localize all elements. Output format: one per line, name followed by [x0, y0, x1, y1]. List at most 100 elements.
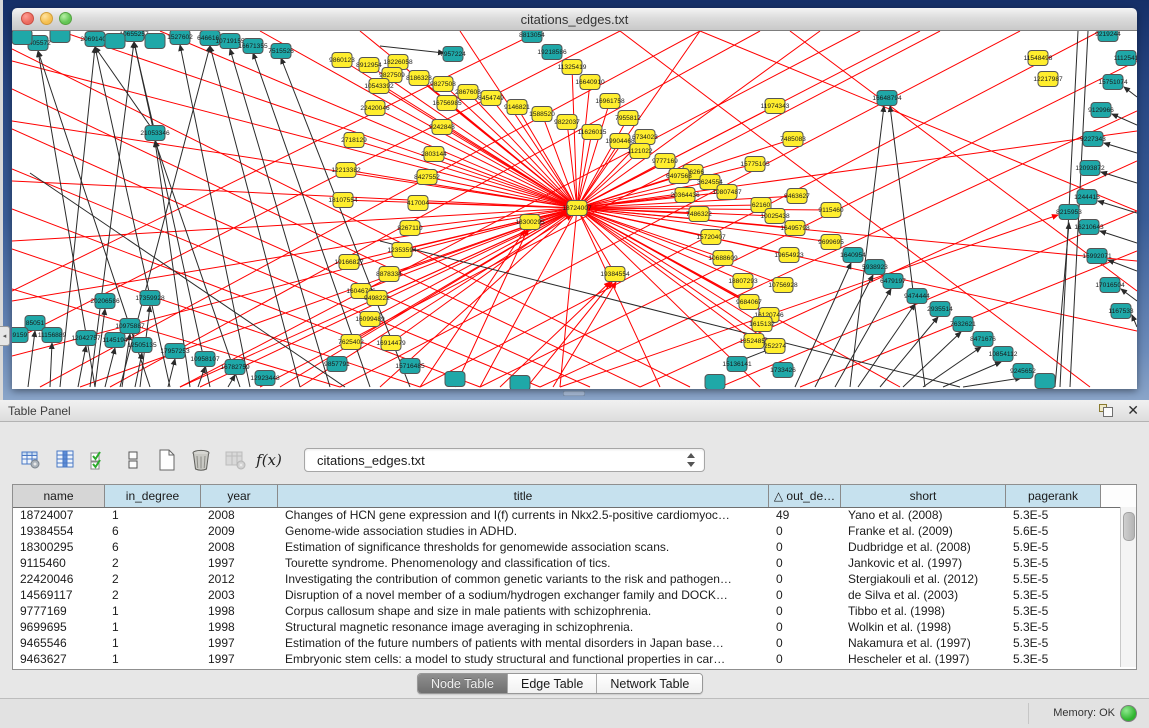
- column-header-title[interactable]: title: [278, 485, 769, 507]
- graph-node[interactable]: 12353594: [387, 243, 417, 258]
- memory-ok-indicator-icon[interactable]: [1120, 705, 1137, 722]
- table-cell[interactable]: 22420046: [13, 571, 105, 587]
- table-cell[interactable]: 5.3E-5: [1006, 619, 1101, 635]
- graph-node[interactable]: 1733426: [770, 363, 796, 378]
- graph-node[interactable]: 9129966: [1088, 103, 1114, 118]
- delete-table-icon[interactable]: [188, 447, 214, 473]
- graph-node[interactable]: 8471676: [970, 332, 996, 347]
- table-row[interactable]: 1830029562008Estimation of significance …: [13, 539, 1121, 555]
- clear-selection-icon[interactable]: [120, 447, 146, 473]
- table-cell[interactable]: Stergiakouli et al. (2012): [841, 571, 1006, 587]
- graph-node[interactable]: 9857791: [324, 357, 350, 372]
- graph-node[interactable]: 1640954: [840, 248, 866, 263]
- graph-node[interactable]: 8186328: [406, 71, 432, 86]
- table-cell[interactable]: 1998: [201, 619, 278, 635]
- graph-node[interactable]: 5938923: [862, 260, 888, 275]
- graph-node[interactable]: 7957224: [440, 47, 466, 62]
- graph-node[interactable]: 6734023: [632, 130, 658, 145]
- table-cell[interactable]: Embryonic stem cells: a model to study s…: [278, 651, 769, 667]
- graph-node[interactable]: 9777169: [652, 154, 678, 169]
- table-cell[interactable]: 1997: [201, 555, 278, 571]
- table-cell[interactable]: 1: [105, 603, 201, 619]
- graph-node[interactable]: 10688609: [708, 251, 738, 266]
- zoom-window-icon[interactable]: [59, 12, 72, 25]
- graph-node[interactable]: 10756928: [768, 278, 798, 293]
- graph-node[interactable]: 9115460: [818, 203, 844, 218]
- graph-node[interactable]: 20364436: [670, 188, 700, 203]
- select-columns-icon[interactable]: [52, 447, 78, 473]
- graph-node[interactable]: 9699695: [818, 235, 844, 250]
- select-all-icon[interactable]: [86, 447, 112, 473]
- table-row[interactable]: 946554611997Estimation of the future num…: [13, 635, 1121, 651]
- graph-node[interactable]: 15136141: [722, 357, 752, 372]
- graph-node[interactable]: 1588520: [529, 107, 555, 122]
- collapse-panel-arrow-icon[interactable]: ◂: [0, 326, 10, 346]
- graph-node[interactable]: 19166827: [334, 255, 364, 270]
- graph-node[interactable]: 17016504: [1095, 278, 1125, 293]
- graph-node[interactable]: 8427552: [414, 170, 440, 185]
- table-cell[interactable]: 5.3E-5: [1006, 603, 1101, 619]
- graph-node[interactable]: 11626015: [578, 125, 607, 140]
- new-table-icon[interactable]: [154, 447, 180, 473]
- graph-node[interactable]: 9498222: [364, 291, 390, 306]
- table-cell[interactable]: 1: [105, 651, 201, 667]
- graph-node[interactable]: 9463627: [784, 189, 810, 204]
- graph-node[interactable]: 16210643: [1074, 220, 1104, 235]
- graph-node[interactable]: 1244415: [1074, 190, 1100, 205]
- graph-node[interactable]: 9822037: [554, 115, 580, 130]
- table-cell[interactable]: 9699695: [13, 619, 105, 635]
- graph-node[interactable]: 6497568: [666, 169, 692, 184]
- graph-node[interactable]: 20206586: [90, 294, 120, 309]
- function-builder-icon[interactable]: f(x): [256, 447, 282, 473]
- table-cell[interactable]: Corpus callosum shape and size in male p…: [278, 603, 769, 619]
- table-cell[interactable]: 2003: [201, 587, 278, 603]
- table-cell[interactable]: 5.3E-5: [1006, 555, 1101, 571]
- table-cell[interactable]: Estimation of significance thresholds fo…: [278, 539, 769, 555]
- graph-node[interactable]: 6479197: [880, 274, 906, 289]
- table-cell[interactable]: 19384554: [13, 523, 105, 539]
- table-cell[interactable]: 2008: [201, 539, 278, 555]
- graph-node[interactable]: 11156889: [38, 328, 67, 343]
- table-cell[interactable]: Jankovic et al. (1997): [841, 555, 1006, 571]
- graph-node[interactable]: 7486322: [686, 207, 712, 222]
- table-row[interactable]: 969969511998Structural magnetic resonanc…: [13, 619, 1121, 635]
- graph-node[interactable]: [50, 31, 70, 43]
- column-header-in_degree[interactable]: in_degree: [105, 485, 201, 507]
- table-cell[interactable]: 5.3E-5: [1006, 651, 1101, 667]
- table-cell[interactable]: 5.3E-5: [1006, 635, 1101, 651]
- network-window-titlebar[interactable]: citations_edges.txt: [12, 8, 1137, 31]
- graph-node[interactable]: 9227343: [1080, 132, 1106, 147]
- table-cell[interactable]: 0: [769, 635, 841, 651]
- graph-node[interactable]: 10807487: [712, 185, 742, 200]
- close-panel-icon[interactable]: ✕: [1127, 402, 1139, 419]
- table-cell[interactable]: 0: [769, 571, 841, 587]
- column-header-name[interactable]: name: [13, 485, 105, 507]
- table-cell[interactable]: 6: [105, 523, 201, 539]
- tab-edge-table[interactable]: Edge Table: [508, 674, 597, 693]
- table-cell[interactable]: 5.3E-5: [1006, 507, 1101, 523]
- table-cell[interactable]: 1: [105, 507, 201, 523]
- graph-node[interactable]: 2935514: [927, 302, 953, 317]
- graph-node[interactable]: 19218586: [537, 45, 567, 60]
- graph-node[interactable]: 9474444: [904, 289, 930, 304]
- graph-node[interactable]: 15751074: [1098, 75, 1128, 90]
- column-header-out_de[interactable]: △ out_de…: [769, 485, 841, 507]
- scrollbar-thumb[interactable]: [1123, 512, 1135, 541]
- graph-node[interactable]: [145, 34, 165, 49]
- graph-node[interactable]: 2803144: [421, 147, 447, 162]
- graph-node[interactable]: 252274: [764, 339, 786, 354]
- table-cell[interactable]: 0: [769, 555, 841, 571]
- table-cell[interactable]: 0: [769, 587, 841, 603]
- column-header-pagerank[interactable]: pagerank: [1006, 485, 1101, 507]
- table-row[interactable]: 1872400712008Changes of HCN gene express…: [13, 507, 1121, 523]
- table-cell[interactable]: 1997: [201, 635, 278, 651]
- graph-node[interactable]: 8878334: [376, 267, 402, 282]
- graph-node[interactable]: [510, 376, 530, 390]
- graph-node[interactable]: 15720407: [696, 230, 726, 245]
- graph-node[interactable]: 16782759: [220, 360, 250, 375]
- table-row[interactable]: 1456911722003Disruption of a novel membe…: [13, 587, 1121, 603]
- table-cell[interactable]: 0: [769, 603, 841, 619]
- graph-node[interactable]: 7515526: [268, 44, 294, 59]
- graph-node[interactable]: 17359928: [135, 291, 165, 306]
- graph-node[interactable]: 10975887: [115, 319, 145, 334]
